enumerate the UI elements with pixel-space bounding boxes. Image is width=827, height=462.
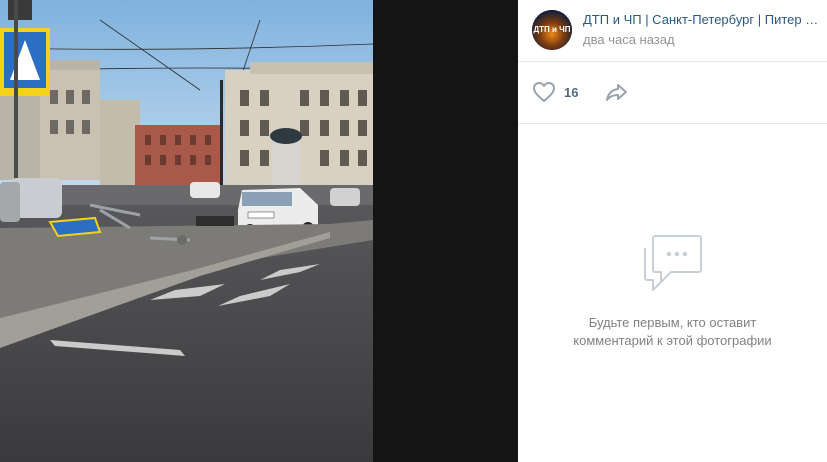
avatar-text: ДТП и ЧП (533, 25, 570, 34)
like-button[interactable]: 16 (532, 79, 578, 105)
comments-empty-text: Будьте первым, кто оставит комментарий к… (573, 315, 772, 348)
post-actions: 16 (518, 61, 827, 124)
share-icon (606, 84, 627, 101)
post-author-link[interactable]: ДТП и ЧП | Санкт-Петербург | Питер Онлай… (583, 12, 821, 27)
comments-empty-state: Будьте первым, кто оставит комментарий к… (518, 232, 827, 350)
photo-viewer (0, 0, 518, 462)
viewer-backdrop (373, 0, 518, 462)
heart-icon (533, 82, 555, 102)
post-time: два часа назад (583, 32, 675, 47)
info-panel: ДТП и ЧП ДТП и ЧП | Санкт-Петербург | Пи… (518, 0, 827, 462)
community-avatar[interactable]: ДТП и ЧП (532, 10, 572, 50)
comments-icon (643, 235, 702, 291)
photo[interactable] (0, 0, 373, 462)
like-count: 16 (564, 84, 579, 100)
share-button[interactable] (604, 79, 630, 105)
post-header: ДТП и ЧП ДТП и ЧП | Санкт-Петербург | Пи… (518, 0, 827, 62)
